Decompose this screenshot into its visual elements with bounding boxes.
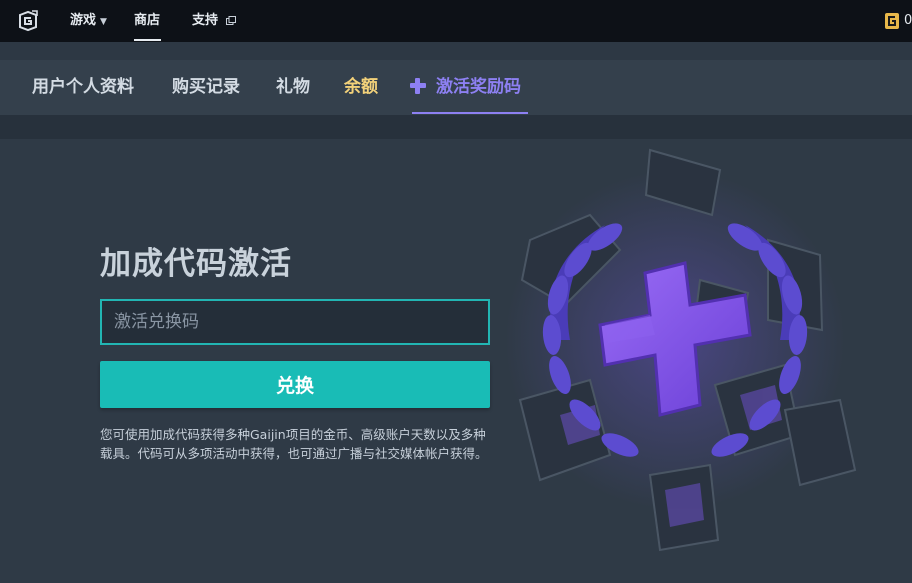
redeem-code-illustration: [505, 148, 857, 552]
tab-gifts[interactable]: 礼物: [276, 60, 310, 115]
tab-redeem-active-indicator: [412, 112, 528, 114]
nav-games-label: 游戏: [70, 13, 97, 28]
nav-games[interactable]: 游戏 ▼: [70, 0, 107, 42]
page-title: 加成代码激活: [100, 246, 292, 282]
external-link-icon: [226, 16, 236, 25]
top-navigation-bar: 游戏 ▼ 商店 支持 0: [0, 0, 912, 42]
account-subnav: 用户个人资料 购买记录 礼物 余额 激活奖励码: [0, 60, 912, 115]
plus-icon: [410, 78, 426, 94]
tab-balance[interactable]: 余额: [344, 60, 378, 115]
redeem-code-input[interactable]: [100, 299, 490, 345]
redeem-description: 您可使用加成代码获得多种Gaijin项目的金币、高级账户天数以及多种载具。代码可…: [100, 427, 488, 461]
nav-store-active-indicator: [134, 39, 161, 41]
gold-coin-icon: [885, 13, 899, 29]
nav-support[interactable]: 支持: [192, 0, 218, 42]
redeem-button[interactable]: 兑换: [100, 361, 490, 408]
section-divider: [0, 115, 912, 139]
tab-redeem-code-label: 激活奖励码: [436, 77, 521, 97]
tab-purchase-history[interactable]: 购买记录: [172, 60, 240, 115]
gold-balance-value[interactable]: 0: [904, 0, 912, 42]
gaijin-logo-icon[interactable]: [16, 9, 40, 33]
tab-profile[interactable]: 用户个人资料: [32, 60, 134, 115]
tab-redeem-code[interactable]: 激活奖励码: [410, 60, 521, 115]
chevron-down-icon: ▼: [100, 17, 107, 27]
nav-store[interactable]: 商店: [134, 0, 160, 42]
